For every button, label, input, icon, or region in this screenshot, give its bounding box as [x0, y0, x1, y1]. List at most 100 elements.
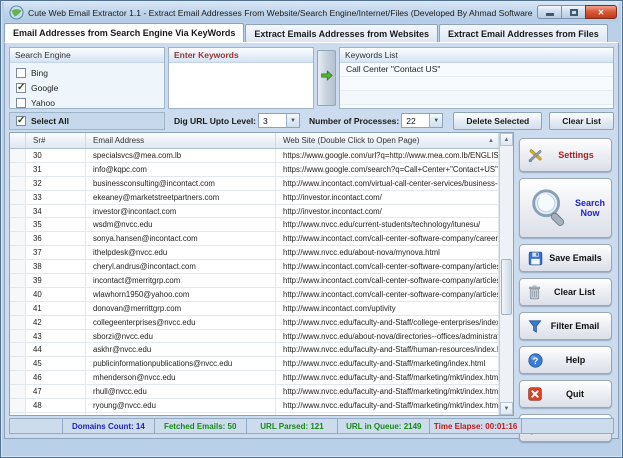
row-selector[interactable] [10, 205, 26, 218]
delete-selected-button[interactable]: Delete Selected [453, 112, 542, 130]
chevron-down-icon[interactable]: ▼ [286, 114, 299, 127]
search-now-button[interactable]: Search Now [519, 178, 612, 238]
table-row[interactable]: 44askhr@nvcc.eduhttp://www.nvcc.edu/facu… [10, 343, 499, 357]
checkbox-yahoo[interactable] [16, 98, 26, 108]
table-row[interactable]: 39incontact@merritgrp.comhttp://www.inco… [10, 274, 499, 288]
table-row[interactable]: 33ekeaney@marketstreetpartners.comhttp:/… [10, 191, 499, 205]
table-row[interactable]: 36sonya.hansen@incontact.comhttp://www.i… [10, 232, 499, 246]
maximize-button[interactable] [561, 5, 585, 19]
dig-url-select[interactable]: 3 ▼ [258, 113, 300, 128]
row-selector[interactable] [10, 357, 26, 370]
svg-text:?: ? [533, 355, 539, 365]
row-selector[interactable] [10, 288, 26, 301]
clear-keywords-button[interactable]: Clear List [549, 112, 614, 130]
table-header: Sr# Email Address Web Site (Double Click… [10, 133, 499, 149]
filter-email-button[interactable]: Filter Email [519, 312, 612, 340]
cell-email: sonya.hansen@incontact.com [86, 232, 276, 245]
row-selector[interactable] [10, 330, 26, 343]
row-selector[interactable] [10, 149, 26, 162]
checkbox-google[interactable] [16, 83, 26, 93]
quit-button[interactable]: Quit [519, 380, 612, 408]
processes-select[interactable]: 22 ▼ [401, 113, 443, 128]
keywords-input[interactable] [169, 63, 313, 108]
tab-email-addresses-from-search-engine-via-keywords[interactable]: Email Addresses from Search Engine Via K… [4, 23, 244, 42]
table-row[interactable]: 30specialsvcs@mea.com.lbhttps://www.goog… [10, 149, 499, 163]
row-selector[interactable] [10, 371, 26, 384]
table-row[interactable]: 41donovan@merrittgrp.comhttp://www.incon… [10, 302, 499, 316]
row-selector[interactable] [10, 246, 26, 259]
button-label: Search Now [573, 198, 607, 218]
table-row[interactable]: 45publicinformationpublications@nvcc.edu… [10, 357, 499, 371]
table-row[interactable]: 34investor@incontact.comhttp://investor.… [10, 205, 499, 219]
window-title: Cute Web Email Extractor 1.1 - Extract E… [28, 7, 533, 18]
scroll-up-icon[interactable]: ▲ [500, 133, 513, 146]
table-row[interactable]: 46mhenderson@nvcc.eduhttp://www.nvcc.edu… [10, 371, 499, 385]
results-table: Sr# Email Address Web Site (Double Click… [9, 132, 514, 416]
tab-extract-emails-addresses-from-websites[interactable]: Extract Emails Addresses from Websites [245, 24, 438, 42]
cell-email: wlawhorn1950@yahoo.com [86, 288, 276, 301]
table-row[interactable]: 35wsdm@nvcc.eduhttp://www.nvcc.edu/curre… [10, 218, 499, 232]
keyword-item[interactable]: Call Center "Contact US" [340, 63, 613, 77]
table-row[interactable]: 40wlawhorn1950@yahoo.comhttp://www.incon… [10, 288, 499, 302]
row-selector[interactable] [10, 274, 26, 287]
button-label: Settings [545, 150, 607, 160]
row-selector[interactable] [10, 260, 26, 273]
search-engine-title: Search Engine [10, 48, 164, 63]
tab-extract-email-addresses-from-files[interactable]: Extract Email Addresses from Files [439, 24, 608, 42]
row-selector[interactable] [10, 232, 26, 245]
settings-button[interactable]: Settings [519, 138, 612, 172]
button-label: Clear List [542, 287, 607, 297]
add-keyword-button[interactable] [317, 50, 336, 106]
scrollbar-thumb[interactable] [501, 259, 512, 315]
row-selector[interactable] [10, 385, 26, 398]
table-row[interactable]: 37ithelpdesk@nvcc.eduhttp://www.nvcc.edu… [10, 246, 499, 260]
cell-website: http://www.nvcc.edu/about-nova/directori… [276, 330, 499, 343]
cell-website: http://www.incontact.com/call-center-sof… [276, 232, 499, 245]
cell-website: http://investor.incontact.com/ [276, 205, 499, 218]
cell-email: ithelpdesk@nvcc.edu [86, 246, 276, 259]
table-row[interactable]: 48ryoung@nvcc.eduhttp://www.nvcc.edu/fac… [10, 399, 499, 413]
scroll-down-icon[interactable]: ▼ [500, 402, 513, 415]
save-emails-button[interactable]: Save Emails [519, 244, 612, 272]
table-row[interactable]: 38cheryl.andrus@incontact.comhttp://www.… [10, 260, 499, 274]
engine-option-yahoo[interactable]: Yahoo [10, 95, 164, 109]
row-selector[interactable] [10, 218, 26, 231]
row-selector[interactable] [10, 399, 26, 412]
select-all-checkbox[interactable] [16, 116, 26, 126]
row-selector[interactable] [10, 302, 26, 315]
magnifier-icon [527, 185, 573, 231]
chevron-down-icon[interactable]: ▼ [429, 114, 442, 127]
cell-website: http://www.incontact.com/call-center-sof… [276, 288, 499, 301]
trash-icon [527, 284, 542, 301]
cell-sr: 39 [26, 274, 86, 287]
table-row[interactable]: 32businessconsulting@incontact.comhttp:/… [10, 177, 499, 191]
help-button[interactable]: ?Help [519, 346, 612, 374]
table-row[interactable]: 42collegeenterprises@nvcc.eduhttp://www.… [10, 316, 499, 330]
engine-option-bing[interactable]: Bing [10, 65, 164, 80]
table-row[interactable]: 31info@kqpc.comhttps://www.google.com/se… [10, 163, 499, 177]
row-selector[interactable] [10, 413, 26, 415]
table-row[interactable]: 47rhull@nvcc.eduhttp://www.nvcc.edu/facu… [10, 385, 499, 399]
row-selector[interactable] [10, 163, 26, 176]
table-row[interactable]: 49novagraphics@nvcc.eduhttp://www.nvcc.e… [10, 413, 499, 415]
select-all-box[interactable]: Select All [9, 112, 165, 130]
table-row[interactable]: 43sborzi@nvcc.eduhttp://www.nvcc.edu/abo… [10, 330, 499, 344]
clear-list-button[interactable]: Clear List [519, 278, 612, 306]
cell-sr: 47 [26, 385, 86, 398]
cell-sr: 30 [26, 149, 86, 162]
row-selector[interactable] [10, 177, 26, 190]
column-website[interactable]: Web Site (Double Click to Open Page)▲ [276, 133, 499, 148]
scrollbar-track[interactable] [500, 146, 513, 402]
row-selector[interactable] [10, 316, 26, 329]
table-scrollbar[interactable]: ▲ ▼ [499, 133, 513, 415]
enter-keywords-label: Enter Keywords [169, 48, 313, 63]
row-selector[interactable] [10, 191, 26, 204]
close-button[interactable]: ✕ [585, 5, 617, 19]
keywords-list-panel: Keywords List Call Center "Contact US" [339, 47, 614, 109]
row-selector[interactable] [10, 343, 26, 356]
minimize-button[interactable] [537, 5, 561, 19]
engine-option-google[interactable]: Google [10, 80, 164, 95]
checkbox-bing[interactable] [16, 68, 26, 78]
column-email[interactable]: Email Address [86, 133, 276, 148]
column-sr[interactable]: Sr# [26, 133, 86, 148]
